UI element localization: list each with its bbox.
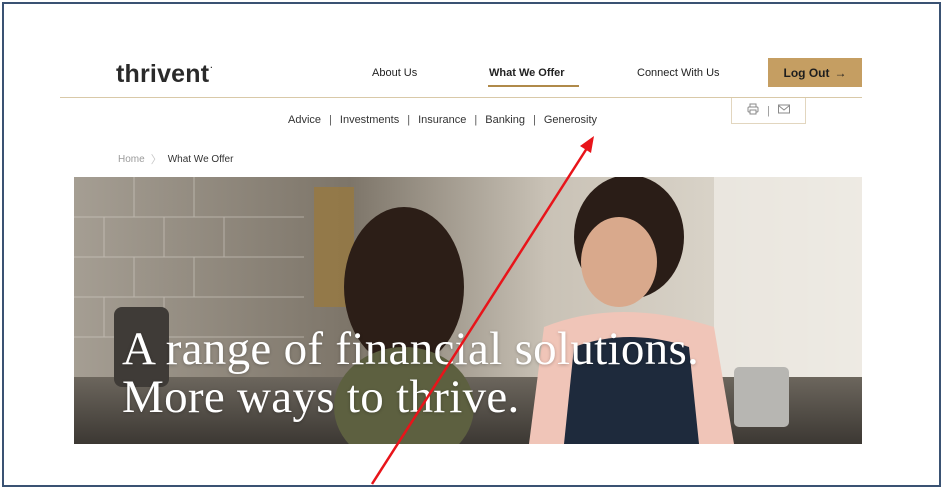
- nav-about-us[interactable]: About Us: [372, 67, 417, 79]
- subnav-separator: |: [407, 114, 411, 126]
- subnav-separator: |: [474, 114, 478, 126]
- nav-what-we-offer[interactable]: What We Offer: [489, 67, 565, 79]
- log-out-label: Log Out: [783, 65, 830, 80]
- subnav-insurance[interactable]: Insurance: [418, 114, 466, 126]
- breadcrumb-current: What We Offer: [167, 153, 234, 165]
- breadcrumb: Home 〉 What We Offer: [118, 151, 233, 167]
- hero-banner: A range of financial solutions. More way…: [74, 177, 862, 444]
- email-icon[interactable]: [777, 104, 790, 117]
- breadcrumb-separator: 〉: [150, 154, 162, 166]
- arrow-right-icon: →: [834, 65, 847, 80]
- active-nav-underline: [488, 85, 579, 87]
- subnav-generosity[interactable]: Generosity: [544, 114, 597, 126]
- nav-connect-with-us[interactable]: Connect With Us: [637, 67, 720, 79]
- subnav-separator: |: [329, 114, 332, 126]
- hero-headline: A range of financial solutions. More way…: [122, 325, 699, 421]
- share-tools: |: [731, 98, 806, 124]
- subnav-investments[interactable]: Investments: [340, 114, 399, 126]
- log-out-button[interactable]: Log Out →: [768, 58, 862, 87]
- hero-line-2: More ways to thrive.: [122, 371, 520, 423]
- hero-line-1: A range of financial solutions.: [122, 323, 700, 375]
- logo-mark: ·: [210, 63, 214, 72]
- thrivent-logo[interactable]: thrivent·: [116, 60, 213, 89]
- sub-navigation: Advice | Investments | Insurance | Banki…: [288, 114, 597, 126]
- tools-divider: |: [767, 104, 770, 117]
- subnav-advice[interactable]: Advice: [288, 114, 321, 126]
- subnav-banking[interactable]: Banking: [485, 114, 525, 126]
- logo-text: thrivent: [116, 60, 210, 88]
- subnav-separator: |: [533, 114, 536, 126]
- breadcrumb-home[interactable]: Home: [118, 154, 145, 165]
- print-icon[interactable]: [747, 103, 759, 118]
